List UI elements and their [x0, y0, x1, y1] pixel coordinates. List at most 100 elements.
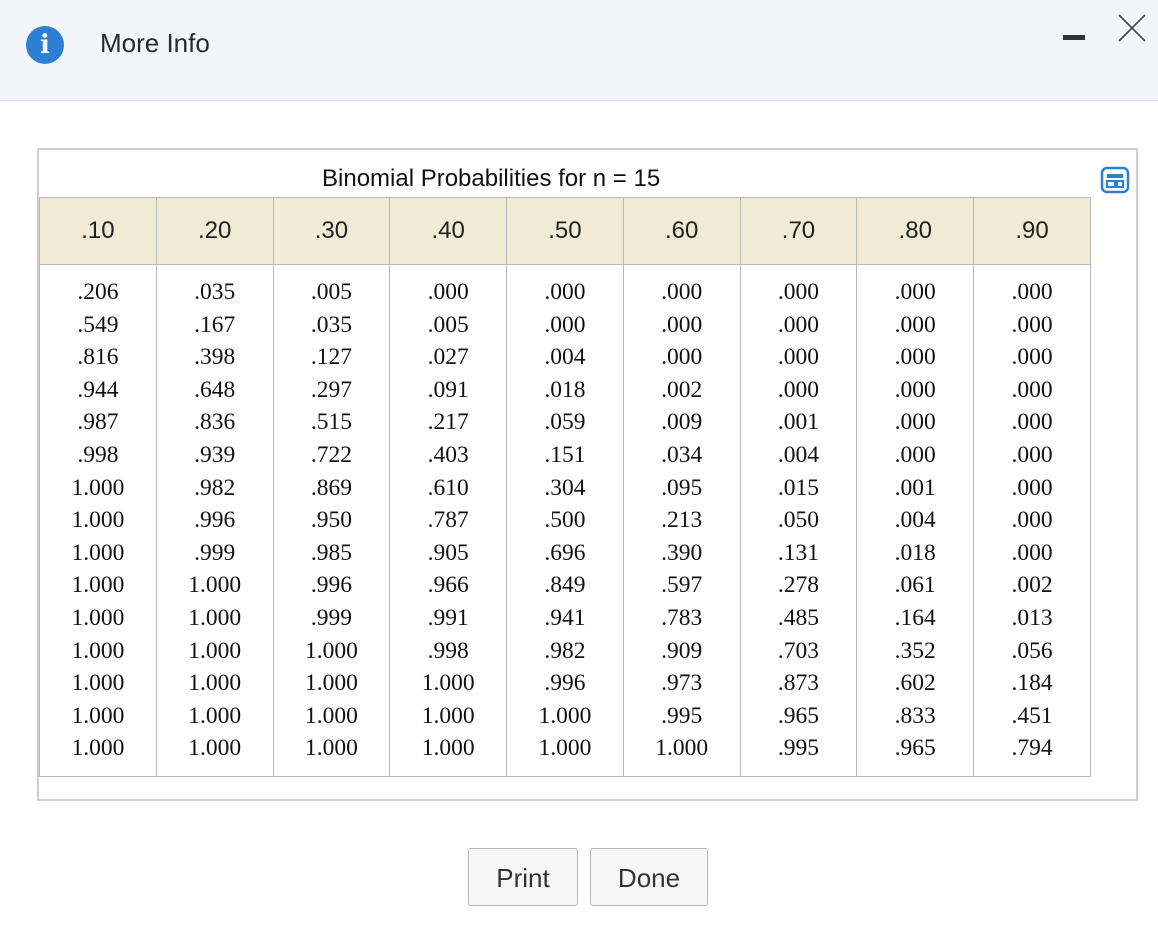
- table-cell: .602: [894, 670, 936, 697]
- table-cell: .217: [427, 409, 469, 436]
- table-cell: .000: [1011, 474, 1053, 501]
- table-cell: .000: [1011, 311, 1053, 338]
- table-cell: 1.000: [71, 572, 125, 599]
- column-header: .60: [622, 197, 741, 265]
- table-cell: .000: [894, 376, 936, 403]
- table-cell: .000: [427, 279, 469, 305]
- table-cell: 1.000: [538, 702, 592, 729]
- table-cell: .909: [661, 637, 703, 664]
- table-cell: .722: [310, 441, 352, 468]
- info-icon: i: [26, 26, 64, 64]
- table-column: .000 .000 .004 .018 .059 .151 .304 .500 .696 .849…: [506, 264, 624, 777]
- table-cell: .000: [1011, 279, 1053, 305]
- table-cell: .061: [894, 572, 936, 599]
- column-header: .10: [39, 197, 157, 265]
- table-cell: .000: [894, 279, 936, 305]
- table-cell: .059: [544, 409, 586, 436]
- table-cell: .009: [661, 409, 703, 436]
- table-cell: 1.000: [188, 637, 242, 664]
- table-cell: .836: [194, 409, 236, 436]
- table-cell: .002: [1011, 572, 1053, 599]
- table-column: .035 .167 .398 .648 .836 .939 .982 .996 .999 1.00…: [155, 264, 274, 777]
- table-cell: 1.000: [188, 670, 242, 697]
- table-cell: 1.000: [188, 702, 242, 729]
- table-cell: .015: [777, 474, 820, 501]
- table-cell: .998: [77, 441, 119, 468]
- table-cell: .451: [1011, 702, 1053, 729]
- table-cell: .703: [777, 637, 820, 664]
- table-cell: .696: [544, 539, 586, 566]
- table-cell: 1.000: [421, 702, 475, 729]
- table-cell: .297: [310, 376, 352, 403]
- table-cell: .095: [661, 474, 703, 501]
- table-caption: Binomial Probabilities for n = 15: [322, 165, 661, 192]
- table-cell: .167: [194, 311, 236, 338]
- table-cell: 1.000: [71, 604, 125, 631]
- table-cell: .004: [894, 507, 936, 534]
- table-cell: .982: [194, 474, 236, 501]
- table-cell: .597: [661, 572, 703, 599]
- print-button[interactable]: Print: [468, 848, 578, 906]
- column-header: .90: [973, 197, 1091, 265]
- done-button[interactable]: Done: [590, 848, 708, 906]
- dialog-header: i More Info: [0, 0, 1158, 101]
- table-cell: .794: [1011, 735, 1053, 762]
- table-cell: .515: [310, 409, 352, 436]
- table-cell: .999: [194, 539, 236, 566]
- table-cell: .999: [310, 604, 352, 631]
- table-cell: .398: [194, 344, 236, 371]
- table-cell: .950: [310, 507, 352, 534]
- table-cell: .206: [77, 279, 119, 305]
- table-cell: .849: [544, 572, 586, 599]
- table-cell: .939: [194, 441, 236, 468]
- table-cell: .005: [427, 311, 469, 338]
- table-cell: .034: [661, 441, 703, 468]
- table-cell: .000: [544, 311, 586, 338]
- table-column: .005 .035 .127 .297 .515 .722 .869 .950 .985 .996…: [272, 264, 391, 777]
- table-cell: .783: [661, 604, 703, 631]
- table-cell: .002: [661, 376, 703, 403]
- table-cell: .091: [427, 376, 469, 403]
- column-header: .70: [739, 197, 858, 265]
- table-cell: .941: [544, 604, 586, 631]
- table-cell: .996: [310, 572, 352, 599]
- copy-icon[interactable]: [1100, 166, 1130, 194]
- table-cell: .996: [194, 507, 236, 534]
- table-cell: .131: [777, 539, 820, 566]
- table-cell: 1.000: [71, 539, 125, 566]
- table-cell: .000: [894, 344, 936, 371]
- table-cell: .000: [777, 344, 820, 371]
- table-cell: 1.000: [188, 572, 242, 599]
- table-cell: .027: [427, 344, 469, 371]
- table-column: .000 .000 .000 .000 .000 .000 .001 .004 .018 .061…: [856, 264, 975, 777]
- table-cell: 1.000: [71, 735, 125, 762]
- table-cell: .973: [661, 670, 703, 697]
- table-cell: .000: [1011, 441, 1053, 468]
- minimize-icon[interactable]: [1060, 30, 1090, 46]
- table-column: .000 .000 .000 .000 .000 .000 .000 .000 .000 .002…: [973, 264, 1091, 777]
- table-cell: 1.000: [421, 670, 475, 697]
- table-cell: 1.000: [304, 735, 358, 762]
- table-cell: .833: [894, 702, 936, 729]
- table-cell: .982: [544, 637, 586, 664]
- table-cell: .352: [894, 637, 936, 664]
- table-cell: .944: [77, 376, 119, 403]
- table-cell: .000: [1011, 507, 1053, 534]
- table-cell: .787: [427, 507, 469, 534]
- table-cell: .869: [310, 474, 352, 501]
- table-cell: 1.000: [304, 702, 358, 729]
- table-cell: .995: [777, 735, 820, 762]
- table-cell: .035: [310, 311, 352, 338]
- table-cell: .050: [777, 507, 820, 534]
- table-cell: 1.000: [538, 735, 592, 762]
- column-header: .40: [389, 197, 508, 265]
- table-cell: 1.000: [71, 702, 125, 729]
- table-cell: .985: [310, 539, 352, 566]
- table-cell: 1.000: [421, 735, 475, 762]
- table-cell: .018: [894, 539, 936, 566]
- table-cell: .000: [1011, 539, 1053, 566]
- table-cell: .549: [77, 311, 119, 338]
- table-column: .000 .000 .000 .002 .009 .034 .095 .213 .390 .597…: [622, 264, 741, 777]
- table-cell: .485: [777, 604, 820, 631]
- close-icon[interactable]: [1116, 12, 1148, 44]
